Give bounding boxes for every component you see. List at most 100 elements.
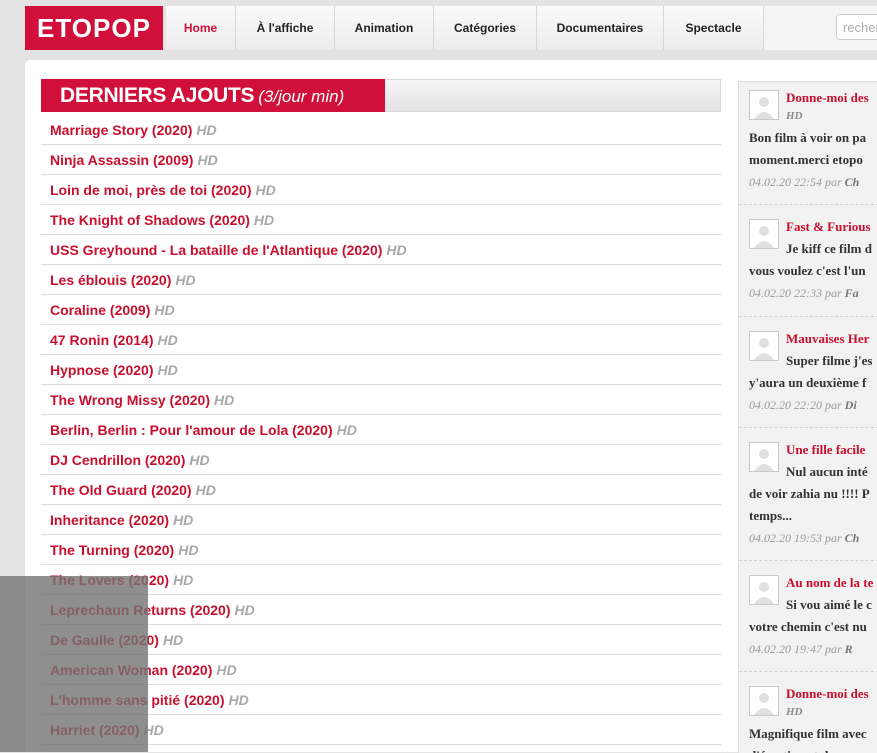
- comment-title-link[interactable]: Donne-moi des: [786, 90, 869, 106]
- hd-badge: HD: [162, 632, 184, 648]
- hd-badge: HD: [195, 482, 216, 498]
- film-link[interactable]: The Turning (2020): [50, 542, 174, 558]
- comment-by: par: [825, 398, 842, 412]
- comment-text: y'aura un deuxième f: [749, 375, 867, 390]
- list-item: American Woman (2020) HD: [41, 655, 721, 685]
- nav-animation[interactable]: Animation: [335, 6, 434, 50]
- comment-author[interactable]: Ch: [845, 531, 860, 545]
- top-bar: ETOPOP Home À l'affiche Animation Catégo…: [0, 0, 877, 60]
- hd-badge: HD: [216, 662, 237, 678]
- film-link[interactable]: American Woman (2020): [50, 662, 212, 678]
- nav-a-l-affiche[interactable]: À l'affiche: [236, 6, 335, 50]
- divider: [739, 316, 877, 317]
- list-item: Loin de moi, près de toi (2020) HD: [41, 175, 721, 205]
- comment-author[interactable]: Di: [845, 398, 857, 412]
- comment-author[interactable]: Fa: [845, 286, 859, 300]
- hd-badge: HD: [228, 692, 249, 708]
- film-link[interactable]: The Wrong Missy (2020): [50, 392, 210, 408]
- hd-badge: HD: [214, 392, 235, 408]
- comment-text: d'émotion et de: [749, 748, 834, 753]
- list-item: Marriage Story (2020) HD: [41, 115, 721, 145]
- film-link[interactable]: Ninja Assassin (2009): [50, 152, 193, 168]
- comment-text: Si vou aimé le c: [786, 597, 872, 612]
- film-link[interactable]: Hypnose (2020): [50, 362, 153, 378]
- nav-documentaires[interactable]: Documentaires: [537, 6, 664, 50]
- section-title: DERNIERS AJOUTS (3/jour min): [41, 79, 385, 112]
- comment-title-link[interactable]: Une fille facile: [786, 442, 865, 458]
- nav-home[interactable]: Home: [166, 6, 236, 50]
- hd-badge: HD: [336, 422, 357, 438]
- comment-text: Super filme j'es: [786, 353, 873, 368]
- comment-text: de voir zahia nu !!!! P: [749, 486, 870, 501]
- list-item: Leprechaun Returns (2020) HD: [41, 595, 721, 625]
- comment-title-link[interactable]: Au nom de la te: [786, 575, 873, 591]
- comment-author[interactable]: R: [845, 642, 853, 656]
- comment-date: 04.02.20 22:33: [749, 286, 822, 300]
- comment-title-link[interactable]: Mauvaises Her: [786, 331, 869, 347]
- film-link[interactable]: The Old Guard (2020): [50, 482, 192, 498]
- list-item: L'homme sans pitié (2020) HD: [41, 685, 721, 715]
- avatar: [749, 331, 779, 361]
- comment-text: temps...: [749, 508, 792, 523]
- film-link[interactable]: Marriage Story (2020): [50, 122, 192, 138]
- comment-meta: 04.02.20 19:53 par Ch: [749, 531, 859, 546]
- comment-text: Je kiff ce film d: [786, 241, 872, 256]
- list-item: Inheritance (2020) HD: [41, 505, 721, 535]
- film-link[interactable]: L'homme sans pitié (2020): [50, 692, 225, 708]
- section-title-text: DERNIERS AJOUTS: [60, 84, 255, 107]
- hd-badge: HD: [386, 242, 407, 258]
- film-link[interactable]: Harriet (2020): [50, 722, 140, 738]
- hd-badge: HD: [173, 572, 194, 588]
- list-item: Les éblouis (2020) HD: [41, 265, 721, 295]
- main-content: DERNIERS AJOUTS (3/jour min) Marriage Sto…: [25, 60, 877, 753]
- comment-author[interactable]: Ch: [845, 175, 860, 189]
- list-item: The Knight of Shadows (2020) HD: [41, 205, 721, 235]
- avatar: [749, 686, 779, 716]
- hd-badge: HD: [197, 152, 218, 168]
- comment-meta: 04.02.20 19:47 par R: [749, 642, 853, 657]
- nav-spectacle[interactable]: Spectacle: [664, 6, 764, 50]
- comment-title-link[interactable]: Fast & Furious: [786, 219, 871, 235]
- hd-badge: HD: [175, 272, 196, 288]
- list-item: USS Greyhound - La bataille de l'Atlanti…: [41, 235, 721, 265]
- comment-title-link[interactable]: Donne-moi des: [786, 686, 869, 702]
- hd-badge: HD: [255, 182, 276, 198]
- film-link[interactable]: USS Greyhound - La bataille de l'Atlanti…: [50, 242, 382, 258]
- avatar: [749, 219, 779, 249]
- list-item: The Wrong Missy (2020) HD: [41, 385, 721, 415]
- divider: [739, 427, 877, 428]
- hd-badge: HD: [189, 452, 210, 468]
- film-link[interactable]: De Gaulle (2020): [50, 632, 159, 648]
- nav-categories[interactable]: Catégories: [434, 6, 537, 50]
- hd-badge: HD: [178, 542, 199, 558]
- section-subtitle: (3/jour min): [258, 87, 345, 106]
- search-input[interactable]: [836, 14, 877, 40]
- hd-badge: HD: [157, 362, 178, 378]
- film-link[interactable]: Inheritance (2020): [50, 512, 169, 528]
- comment-meta: 04.02.20 22:33 par Fa: [749, 286, 859, 301]
- hd-badge: HD: [786, 110, 803, 122]
- list-item: Coraline (2009) HD: [41, 295, 721, 325]
- film-link[interactable]: Berlin, Berlin : Pour l'amour de Lola (2…: [50, 422, 333, 438]
- comment-by: par: [825, 175, 842, 189]
- film-link[interactable]: DJ Cendrillon (2020): [50, 452, 185, 468]
- film-link[interactable]: The Lovers (2020): [50, 572, 169, 588]
- comment-text: Magnifique film avec: [749, 726, 867, 741]
- film-link[interactable]: 47 Ronin (2014): [50, 332, 153, 348]
- comment-date: 04.02.20 22:20: [749, 398, 822, 412]
- film-link[interactable]: Leprechaun Returns (2020): [50, 602, 231, 618]
- list-item: The Old Guard (2020) HD: [41, 475, 721, 505]
- comment-text: votre chemin c'est nu: [749, 619, 867, 634]
- film-link[interactable]: Loin de moi, près de toi (2020): [50, 182, 251, 198]
- film-link[interactable]: Les éblouis (2020): [50, 272, 171, 288]
- list-item: Hypnose (2020) HD: [41, 355, 721, 385]
- divider: [739, 671, 877, 672]
- site-logo[interactable]: ETOPOP: [25, 6, 163, 50]
- hd-badge: HD: [196, 122, 217, 138]
- divider: [739, 560, 877, 561]
- hd-badge: HD: [234, 602, 255, 618]
- film-link[interactable]: The Knight of Shadows (2020): [50, 212, 250, 228]
- film-link[interactable]: Coraline (2009): [50, 302, 150, 318]
- hd-badge: HD: [786, 706, 803, 718]
- comment-text: moment.merci etopo: [749, 152, 863, 167]
